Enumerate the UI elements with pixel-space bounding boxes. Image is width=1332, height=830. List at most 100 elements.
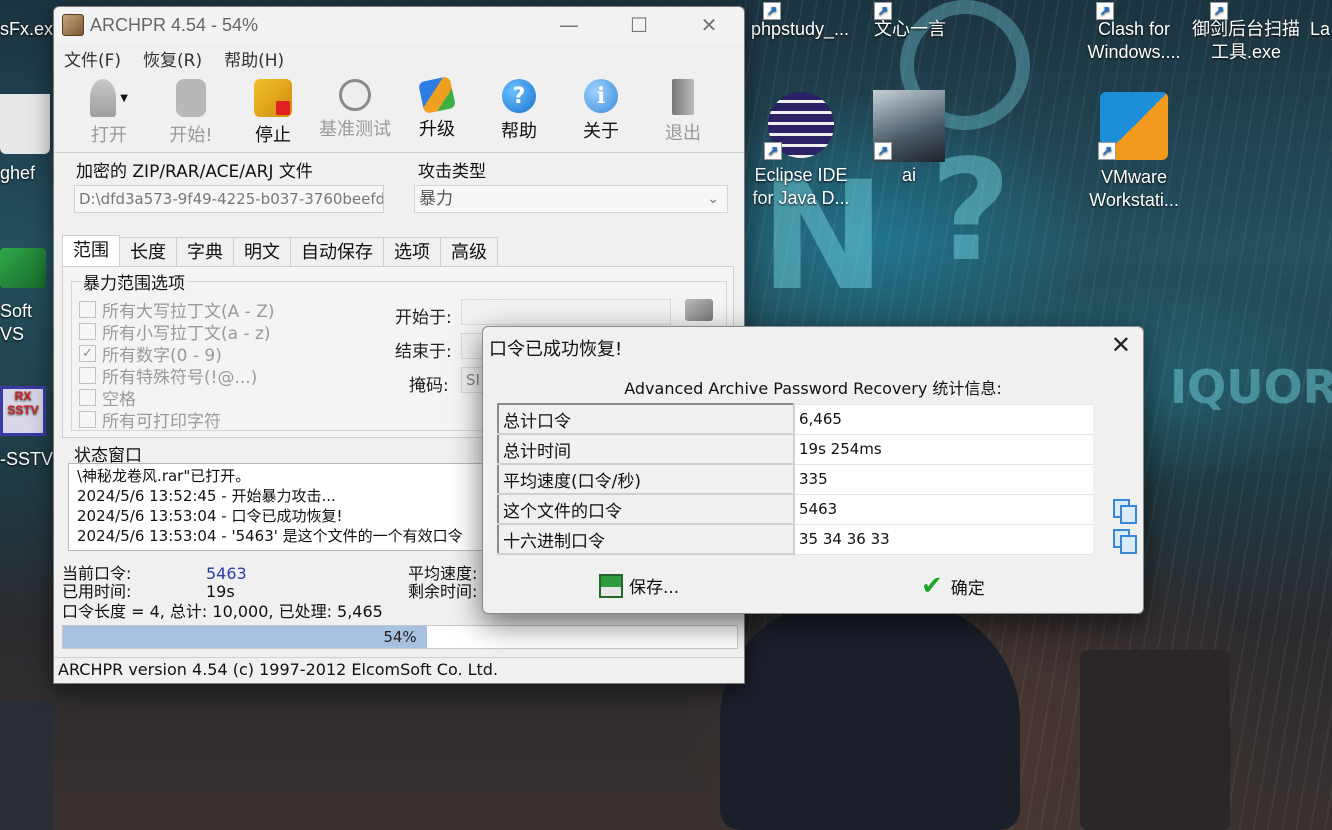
password-recovered-dialog: 口令已成功恢复! ✕ Advanced Archive Password Rec… [482,326,1144,614]
wallpaper-left-shadow [0,700,53,830]
minimize-button[interactable]: — [534,7,604,43]
desktop-icon-clash[interactable]: ↗ Clash for Windows.... [1084,2,1184,64]
desktop-icon-label: VMware Workstati... [1089,167,1179,210]
menu-file[interactable]: 文件(F) [64,46,121,71]
tab-bar: 范围 长度 字典 明文 自动保存 选项 高级 [62,235,498,267]
help-question-icon: ? [502,79,536,113]
stat-value: 6,465 [794,403,1093,435]
dialog-close-button[interactable]: ✕ [1111,331,1131,359]
elapsed-value: 19s [206,582,235,601]
attack-type-select[interactable]: 暴力 ⌄ [414,185,728,213]
shortcut-arrow-icon: ↗ [763,2,781,20]
save-button[interactable]: 保存... [599,573,679,598]
checkbox[interactable] [79,367,96,384]
attack-type-label: 攻击类型 [418,162,486,182]
status-bar: ARCHPR version 4.54 (c) 1997-2012 ElcomS… [54,657,744,683]
start-field[interactable] [461,299,671,325]
board-icon [0,248,46,288]
desktop-icon-label: phpstudy_... [750,19,850,39]
table-row: 这个文件的口令 5463 [497,493,1093,525]
desktop-icon-vmware[interactable]: ↗ VMware Workstati... [1084,92,1184,212]
progress-bar: 54% [62,625,738,649]
desktop-icon-label: La [1310,19,1331,39]
current-password-text: 5463 [206,564,247,583]
file-section-label: 加密的 ZIP/RAR/ACE/ARJ 文件 [76,162,313,182]
desktop-icon-yujian[interactable]: ↗ 御剑后台扫描工具.exe [1188,2,1304,64]
open-button[interactable]: ▼ 打开 [68,73,150,152]
checkbox[interactable] [79,389,96,406]
file-path-field[interactable]: D:\dfd3a573-9f49-4225-b037-3760beefd4 [74,185,384,213]
tab-options[interactable]: 选项 [383,237,441,267]
window-title: ARCHPR 4.54 - 54% [90,14,259,35]
table-row: 十六进制口令 35 34 36 33 [497,523,1093,555]
charset-picker-icon[interactable] [685,299,713,321]
start-label: 开始于: [395,308,452,328]
desktop-icon-ghef[interactable]: ghef [0,94,50,185]
desktop-icon-label: Eclipse IDE for Java D... [752,165,850,208]
benchmark-button[interactable]: 基准测试 [314,73,396,152]
stop-button[interactable]: 停止 [232,73,314,152]
help-button[interactable]: ? 帮助 [478,73,560,152]
maximize-button[interactable]: ☐ [604,7,674,43]
tab-dictionary[interactable]: 字典 [176,237,234,267]
tab-range[interactable]: 范围 [62,235,120,267]
tab-autosave[interactable]: 自动保存 [290,237,384,267]
remaining-label: 剩余时间: [408,582,478,601]
stat-value: 5463 [794,493,1093,525]
chevron-down-icon: ⌄ [707,191,719,207]
checkmark-icon: ✔ [921,571,943,601]
dropdown-arrow-icon: ▼ [120,92,128,104]
menu-recovery[interactable]: 恢复(R) [143,46,202,71]
about-button[interactable]: i 关于 [560,73,642,152]
progress-text: 54% [383,628,417,646]
upgrade-button[interactable]: 升级 [396,73,478,152]
desktop-icon-sstv[interactable]: RX SSTV -SSTV [0,386,55,471]
desktop-icon-eclipse[interactable]: ↗ Eclipse IDE for Java D... [748,92,854,210]
tab-length[interactable]: 长度 [119,237,177,267]
toolbar-label: 开始! [169,125,213,146]
dialog-title: 口令已成功恢复! [489,339,623,360]
dialog-header: Advanced Archive Password Recovery 统计信息: [624,379,1002,398]
shortcut-arrow-icon: ↗ [874,142,892,160]
sstv-icon: RX SSTV [0,386,46,436]
toolbar-label: 打开 [91,125,127,146]
desktop-icon-la[interactable]: La [1310,18,1332,41]
checkbox[interactable] [79,301,96,318]
elapsed-label: 已用时间: [62,582,132,601]
tab-plaintext[interactable]: 明文 [233,237,291,267]
mask-label: 掩码: [409,376,449,396]
wallpaper-figure [720,600,1020,830]
copy-hex-icon[interactable] [1113,529,1137,554]
start-button[interactable]: 开始! [150,73,232,152]
option-printable[interactable]: 所有可打印字符 [79,407,221,432]
desktop-icon-phpstudy[interactable]: ↗ phpstudy_... [745,2,855,41]
menu-help[interactable]: 帮助(H) [224,46,284,71]
upgrade-icon [418,76,456,114]
stat-value: 335 [794,463,1093,495]
copy-password-icon[interactable] [1113,499,1137,524]
checkbox[interactable] [79,411,96,428]
end-label: 结束于: [395,342,452,362]
title-bar[interactable]: ARCHPR 4.54 - 54% — ☐ ✕ [54,7,744,43]
wallpaper-neon-iquor: IQUOR [1170,360,1332,414]
open-icon [90,79,117,117]
desktop-icon-sfx[interactable]: sFx.exe [0,18,63,41]
tab-advanced[interactable]: 高级 [440,237,498,267]
option-label: 所有可打印字符 [102,412,221,432]
close-button[interactable]: ✕ [674,7,744,43]
menu-bar: 文件(F) 恢复(R) 帮助(H) [54,43,744,73]
stat-key: 平均速度(口令/秒) [497,463,795,495]
checkbox-checked[interactable]: ✓ [79,345,96,362]
desktop-icon-label: Soft VS [0,301,33,344]
desktop-icon-label: ghef [0,163,36,183]
ok-button[interactable]: ✔ 确定 [921,571,985,601]
checkbox[interactable] [79,323,96,340]
current-password-value: 5463 [206,565,247,583]
desktop-icon-wenxin[interactable]: ↗ 文心一言 [868,2,952,41]
table-row: 总计口令 6,465 [497,403,1093,435]
stopwatch-icon [339,79,371,111]
desktop-icon-ai[interactable]: ↗ ai [872,90,946,187]
desktop-icon-softvs[interactable]: Soft VS [0,248,55,346]
exit-button[interactable]: 退出 [642,73,724,152]
shortcut-arrow-icon: ↗ [1210,2,1228,20]
